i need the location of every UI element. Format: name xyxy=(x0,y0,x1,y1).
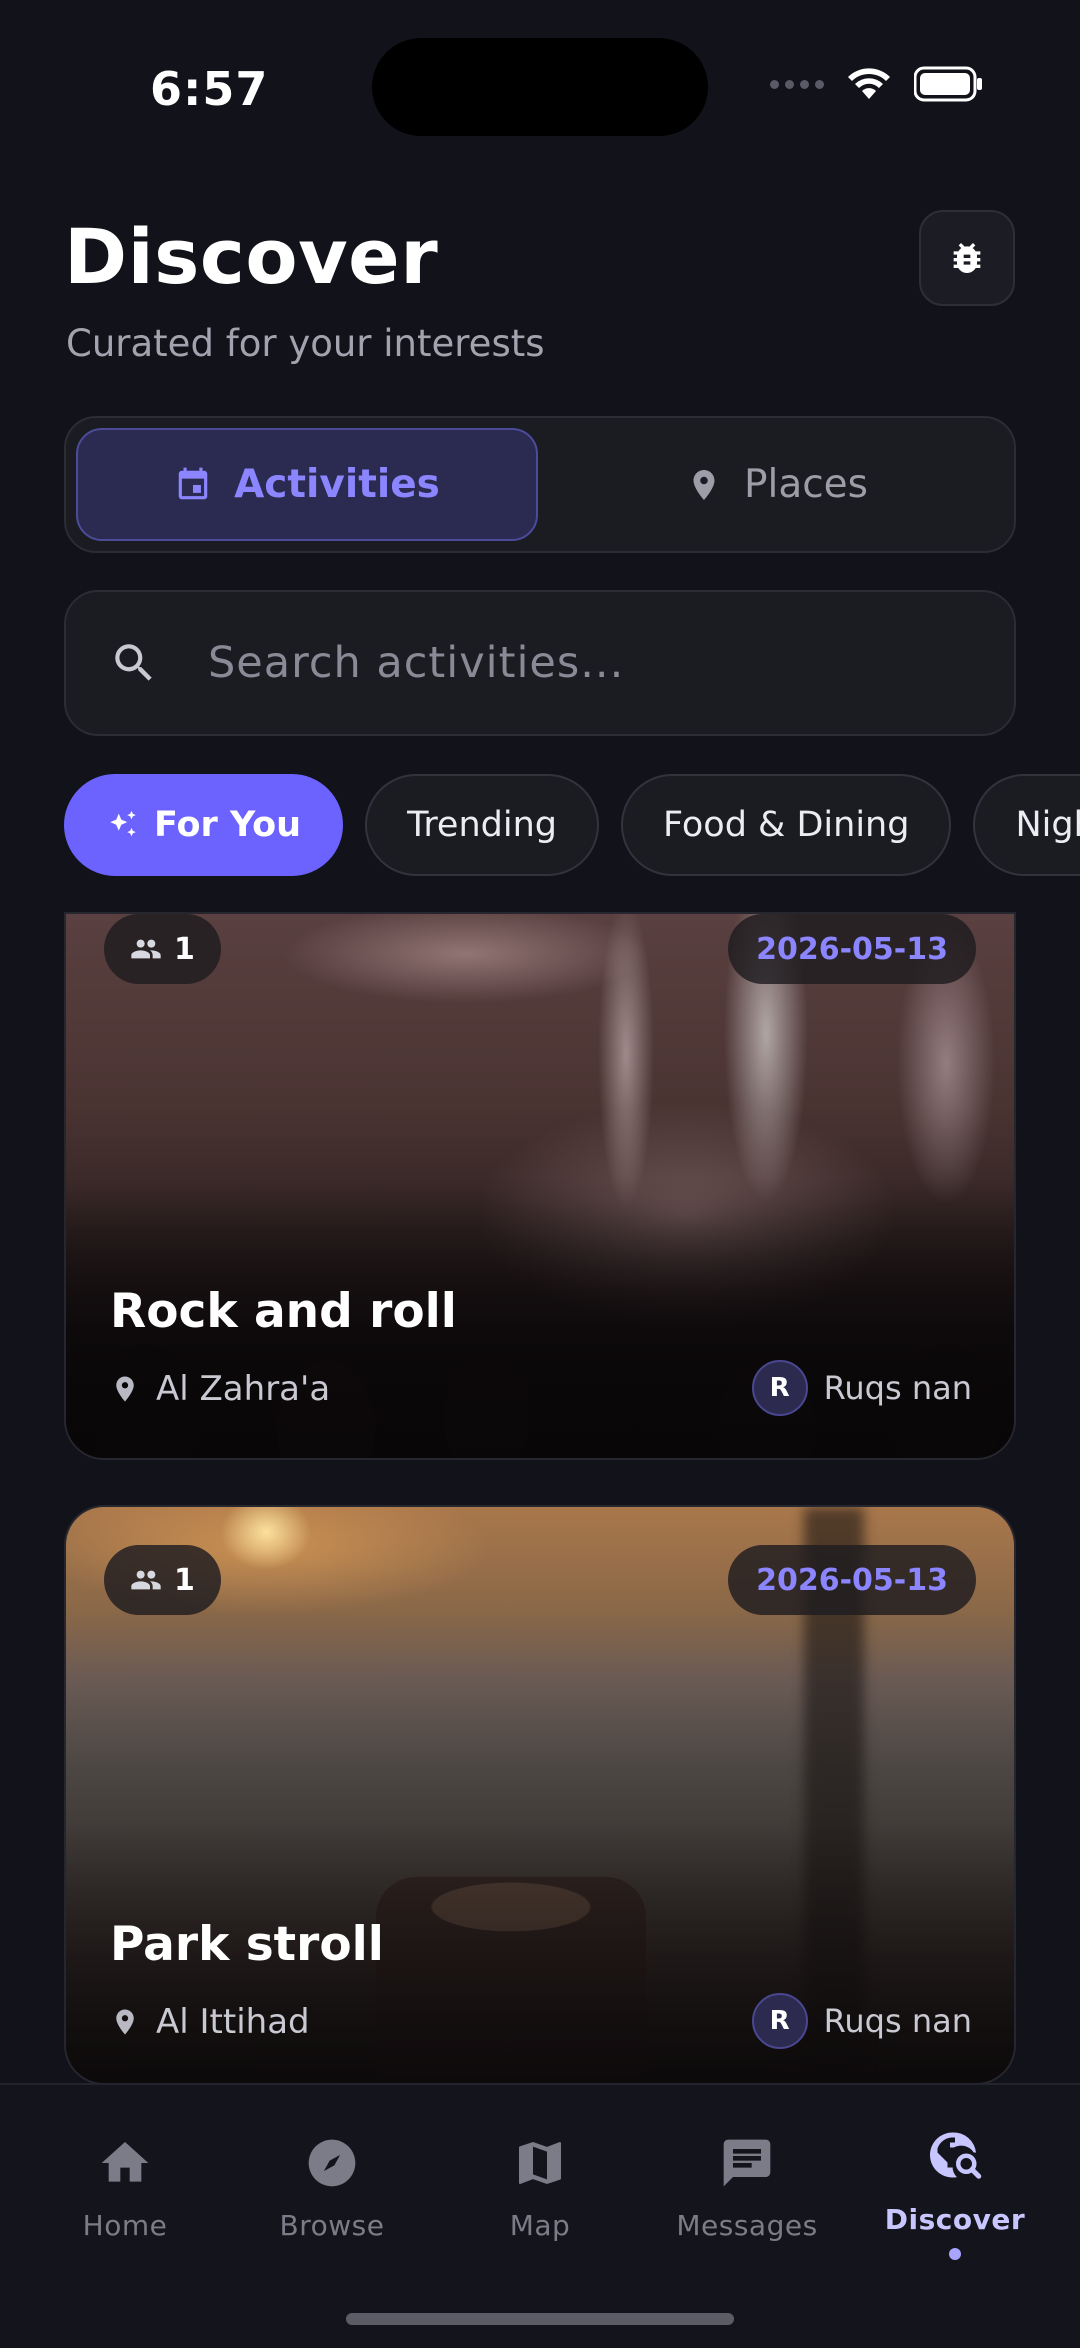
debug-button[interactable] xyxy=(919,210,1015,306)
tab-activities-label: Activities xyxy=(234,462,440,507)
tab-places[interactable]: Places xyxy=(546,428,1008,541)
nav-discover[interactable]: Discover xyxy=(855,2125,1055,2260)
host-name: Ruqs nan xyxy=(823,2002,972,2040)
card-title: Rock and roll xyxy=(110,1284,457,1339)
location-pin-icon xyxy=(116,2009,134,2035)
card-location: Al Zahra'a xyxy=(110,1369,330,1409)
chip-trending[interactable]: Trending xyxy=(365,774,599,876)
search-placeholder: Search activities... xyxy=(208,638,625,688)
category-chips: For You Trending Food & Dining Nightlife xyxy=(64,774,1080,876)
status-icons xyxy=(770,66,984,102)
card-location: Al Ittihad xyxy=(110,2002,310,2042)
sparkle-icon xyxy=(110,810,136,837)
battery-icon xyxy=(914,66,982,102)
search-input[interactable]: Search activities... xyxy=(64,590,1016,736)
nav-label: Discover xyxy=(884,2203,1026,2236)
travel-explore-icon xyxy=(929,2132,982,2179)
nav-browse[interactable]: Browse xyxy=(232,2135,432,2242)
attendee-badge: 1 xyxy=(104,1545,221,1615)
nav-label: Messages xyxy=(676,2209,818,2242)
nav-label: Browse xyxy=(279,2209,385,2242)
nav-messages[interactable]: Messages xyxy=(647,2135,847,2242)
tab-activities[interactable]: Activities xyxy=(76,428,538,541)
location-text: Al Zahra'a xyxy=(156,1369,331,1409)
avatar: R xyxy=(751,1360,808,1416)
discover-screen: 6:57 Discover Curated for your interests… xyxy=(0,0,1080,2348)
nav-label: Home xyxy=(82,2209,168,2242)
chip-label: Nightlife xyxy=(1015,805,1080,845)
avatar: R xyxy=(751,1993,808,2049)
date-badge: 2026-05-13 xyxy=(728,914,976,984)
location-text: Al Ittihad xyxy=(156,2002,310,2042)
attendee-count: 1 xyxy=(174,1562,195,1598)
page-title: Discover xyxy=(64,212,439,301)
attendee-count: 1 xyxy=(174,931,195,967)
dynamic-island xyxy=(372,38,708,136)
bottom-nav: Home Browse Map Messages Discover xyxy=(0,2083,1080,2348)
activity-card[interactable]: 1 2026-05-13 Rock and roll Al Zahra'a R … xyxy=(64,912,1016,1460)
bug-icon xyxy=(953,243,981,273)
tab-places-label: Places xyxy=(743,462,868,507)
nav-map[interactable]: Map xyxy=(440,2135,640,2242)
signal-icon xyxy=(770,79,824,89)
chip-for-you[interactable]: For You xyxy=(64,774,344,876)
chip-food-dining[interactable]: Food & Dining xyxy=(621,774,952,876)
card-title: Park stroll xyxy=(110,1917,384,1972)
active-indicator-dot xyxy=(949,2248,961,2260)
search-icon xyxy=(106,635,162,691)
people-icon xyxy=(131,1570,161,1590)
status-time: 6:57 xyxy=(150,62,269,116)
attendee-badge: 1 xyxy=(104,914,221,984)
home-indicator[interactable] xyxy=(346,2313,734,2325)
wifi-icon xyxy=(848,68,890,99)
card-host: R Ruqs nan xyxy=(751,1993,972,2049)
chip-label: For You xyxy=(154,805,302,845)
chat-icon xyxy=(723,2139,771,2187)
home-icon xyxy=(101,2142,149,2182)
card-host: R Ruqs nan xyxy=(751,1360,972,1416)
activities-places-toggle: Activities Places xyxy=(64,416,1016,553)
location-pin-icon xyxy=(693,469,715,500)
nav-label: Map xyxy=(509,2209,571,2242)
date-badge: 2026-05-13 xyxy=(728,1545,976,1615)
people-icon xyxy=(131,939,161,959)
nav-home[interactable]: Home xyxy=(25,2135,225,2242)
chip-nightlife[interactable]: Nightlife xyxy=(973,774,1080,876)
page-subtitle: Curated for your interests xyxy=(66,322,545,365)
calendar-icon xyxy=(178,467,208,499)
host-name: Ruqs nan xyxy=(823,1369,972,1407)
activity-card[interactable]: 1 2026-05-13 Park stroll Al Ittihad R Ru… xyxy=(64,1505,1016,2085)
chip-label: Food & Dining xyxy=(663,805,910,845)
location-pin-icon xyxy=(116,1376,134,1402)
chip-label: Trending xyxy=(407,805,557,845)
map-icon xyxy=(519,2142,561,2184)
compass-icon xyxy=(308,2139,356,2187)
